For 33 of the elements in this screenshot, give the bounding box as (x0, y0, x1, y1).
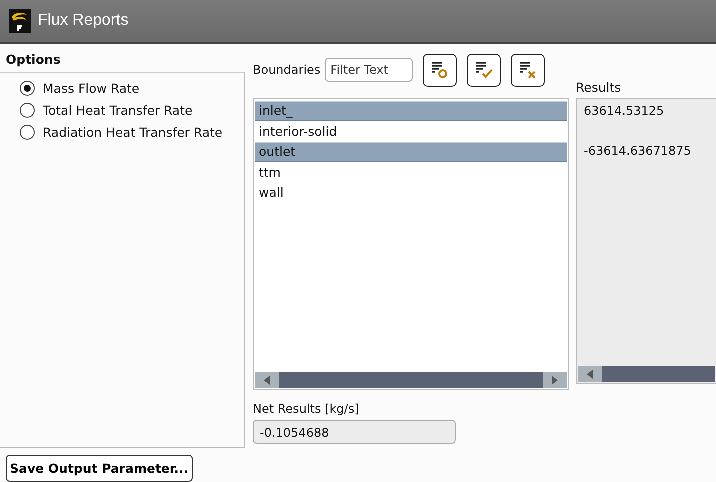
horizontal-scrollbar[interactable] (255, 372, 567, 388)
radio-label[interactable]: Mass Flow Rate (43, 81, 140, 96)
boundaries-label: Boundaries (253, 63, 321, 77)
radio-label[interactable]: Total Heat Transfer Rate (43, 103, 193, 118)
filter-field[interactable]: Filter Text (324, 58, 413, 82)
results-label: Results (576, 80, 622, 97)
radio-label[interactable]: Radiation Heat Transfer Rate (43, 125, 223, 140)
options-heading: Options (5, 51, 62, 69)
select-all-button[interactable] (422, 54, 457, 86)
left-arrow-icon[interactable] (264, 376, 270, 384)
boundary-item[interactable]: outlet (255, 142, 567, 162)
app-logo-icon (9, 9, 31, 33)
net-results-field: -0.1054688 (253, 420, 456, 444)
deselect-button[interactable] (510, 54, 545, 86)
window-title: Flux Reports (38, 12, 129, 30)
list-circle-icon (430, 60, 450, 80)
left-arrow-icon[interactable] (587, 370, 593, 378)
boundary-item[interactable]: ttm (255, 163, 567, 183)
boundary-item[interactable]: interior-solid (255, 122, 567, 142)
radio-button[interactable] (20, 125, 35, 140)
save-output-parameter-button[interactable]: Save Output Parameter... (6, 455, 193, 482)
list-x-icon (518, 60, 538, 80)
boundary-item[interactable]: inlet_ (255, 101, 567, 121)
result-value: 63614.53125 (584, 104, 664, 118)
list-check-icon (474, 60, 494, 80)
horizontal-scrollbar[interactable] (578, 366, 715, 382)
radio-button[interactable] (20, 81, 35, 96)
net-results-label: Net Results [kg/s] (253, 402, 360, 416)
boundary-item[interactable]: wall (255, 183, 567, 203)
select-button[interactable] (466, 54, 501, 86)
radio-button[interactable] (20, 103, 35, 118)
right-arrow-icon[interactable] (552, 376, 558, 384)
result-value: -63614.63671875 (584, 144, 692, 158)
